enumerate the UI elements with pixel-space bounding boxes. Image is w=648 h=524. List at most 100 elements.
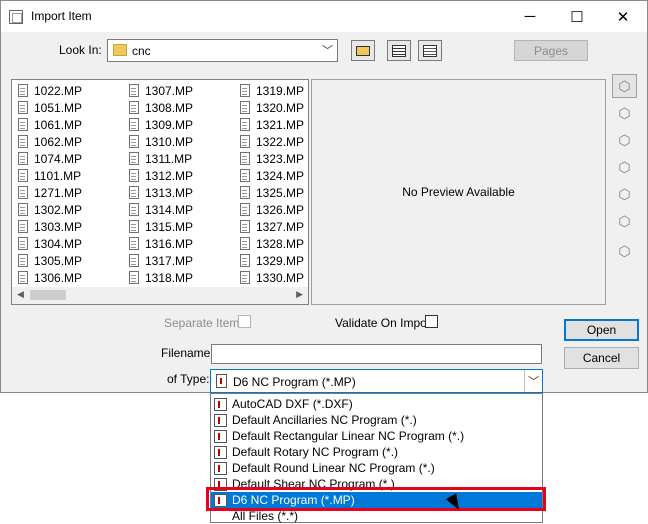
dropdown-option-round-linear[interactable]: Default Round Linear NC Program (*.) <box>211 460 542 476</box>
file-list[interactable]: 1022.MP 1051.MP 1061.MP 1062.MP 1074.MP … <box>11 79 309 305</box>
file-icon <box>18 203 28 216</box>
file-icon <box>129 101 139 114</box>
nc-program-icon <box>214 413 227 427</box>
list-item[interactable]: 1101.MP <box>14 167 82 184</box>
back-view-button[interactable]: ⬡ <box>612 128 637 152</box>
list-item[interactable]: 1321.MP <box>236 116 304 133</box>
scroll-thumb[interactable] <box>30 290 66 300</box>
file-icon <box>240 237 250 250</box>
file-column-1: 1022.MP 1051.MP 1061.MP 1062.MP 1074.MP … <box>14 82 82 286</box>
list-item[interactable]: 1326.MP <box>236 201 304 218</box>
file-icon <box>18 84 28 97</box>
scroll-left-icon[interactable]: ◀ <box>17 289 24 300</box>
list-item[interactable]: 1022.MP <box>14 82 82 99</box>
scroll-right-icon[interactable]: ▶ <box>296 289 303 300</box>
highlight-annotation-box <box>206 487 546 511</box>
list-item[interactable]: 1312.MP <box>125 167 193 184</box>
list-item[interactable]: 1316.MP <box>125 235 193 252</box>
file-icon <box>18 237 28 250</box>
preview-pane: No Preview Available <box>311 79 606 305</box>
file-icon <box>129 186 139 199</box>
file-icon <box>18 152 28 165</box>
top-view-button[interactable]: ⬡ <box>612 155 637 179</box>
list-item[interactable]: 1320.MP <box>236 99 304 116</box>
front-view-button[interactable]: ⬡ <box>612 101 637 125</box>
file-column-3: 1319.MP 1320.MP 1321.MP 1322.MP 1323.MP … <box>236 82 304 286</box>
view-orientation-toolbar: ⬡ ⬡ ⬡ ⬡ ⬡ ⬡ ⬡ <box>612 74 639 264</box>
list-item[interactable]: 1319.MP <box>236 82 304 99</box>
file-type-combo[interactable]: D6 NC Program (*.MP) ﹀ <box>210 369 543 393</box>
chevron-down-icon[interactable]: ﹀ <box>322 42 333 58</box>
list-item[interactable]: 1313.MP <box>125 184 193 201</box>
dropdown-option-rectangular-linear[interactable]: Default Rectangular Linear NC Program (*… <box>211 428 542 444</box>
nc-program-icon <box>214 429 227 443</box>
list-item[interactable]: 1074.MP <box>14 150 82 167</box>
list-item[interactable]: 1314.MP <box>125 201 193 218</box>
list-item[interactable]: 1311.MP <box>125 150 193 167</box>
look-in-combo[interactable]: cnc ﹀ <box>107 39 338 62</box>
list-item[interactable]: 1271.MP <box>14 184 82 201</box>
file-icon <box>240 101 250 114</box>
chevron-down-icon[interactable]: ﹀ <box>524 370 542 392</box>
list-item[interactable]: 1325.MP <box>236 184 304 201</box>
file-icon <box>18 186 28 199</box>
folder-icon <box>113 44 127 56</box>
list-item[interactable]: 1307.MP <box>125 82 193 99</box>
list-item[interactable]: 1061.MP <box>14 116 82 133</box>
list-item[interactable]: 1310.MP <box>125 133 193 150</box>
separate-items-label: Separate Items <box>164 316 246 330</box>
list-item[interactable]: 1327.MP <box>236 218 304 235</box>
list-item[interactable]: 1322.MP <box>236 133 304 150</box>
list-item[interactable]: 1062.MP <box>14 133 82 150</box>
app-icon <box>9 10 23 24</box>
maximize-button[interactable]: ☐ <box>554 1 600 32</box>
list-item[interactable]: 1308.MP <box>125 99 193 116</box>
list-item[interactable]: 1329.MP <box>236 252 304 269</box>
list-item[interactable]: 1303.MP <box>14 218 82 235</box>
dropdown-option-ancillaries[interactable]: Default Ancillaries NC Program (*.) <box>211 412 542 428</box>
pages-button[interactable]: Pages <box>514 40 588 61</box>
list-item[interactable]: 1051.MP <box>14 99 82 116</box>
dropdown-option-dxf[interactable]: AutoCAD DXF (*.DXF) <box>211 396 542 412</box>
validate-on-import-label: Validate On Import <box>335 316 435 330</box>
validate-on-import-checkbox[interactable] <box>425 315 438 328</box>
file-icon <box>18 118 28 131</box>
list-item[interactable]: 1317.MP <box>125 252 193 269</box>
folder-up-button[interactable] <box>351 40 375 61</box>
look-in-value: cnc <box>132 44 151 58</box>
list-item[interactable]: 1315.MP <box>125 218 193 235</box>
list-item[interactable]: 1306.MP <box>14 269 82 286</box>
right-view-button[interactable]: ⬡ <box>612 239 637 263</box>
close-button[interactable]: ✕ <box>600 1 646 32</box>
left-view-button[interactable]: ⬡ <box>612 209 637 233</box>
cancel-button[interactable]: Cancel <box>564 347 639 369</box>
file-icon <box>129 152 139 165</box>
minimize-button[interactable]: ─ <box>507 1 553 32</box>
list-item[interactable]: 1323.MP <box>236 150 304 167</box>
list-item[interactable]: 1302.MP <box>14 201 82 218</box>
filename-field[interactable] <box>211 344 542 364</box>
file-icon <box>240 118 250 131</box>
list-item[interactable]: 1305.MP <box>14 252 82 269</box>
list-item[interactable]: 1309.MP <box>125 116 193 133</box>
list-item[interactable]: 1318.MP <box>125 269 193 286</box>
file-icon <box>18 135 28 148</box>
file-icon <box>240 135 250 148</box>
list-item[interactable]: 1304.MP <box>14 235 82 252</box>
folder-up-icon <box>356 45 370 56</box>
list-item[interactable]: 1330.MP <box>236 269 304 286</box>
list-item[interactable]: 1328.MP <box>236 235 304 252</box>
dropdown-option-rotary[interactable]: Default Rotary NC Program (*.) <box>211 444 542 460</box>
import-item-dialog: Import Item ─ ☐ ✕ Look In: cnc ﹀ Pages 1… <box>0 0 648 393</box>
file-type-value: D6 NC Program (*.MP) <box>233 375 356 389</box>
window-title: Import Item <box>31 9 92 23</box>
list-view-button[interactable] <box>387 40 411 61</box>
iso-view-button[interactable]: ⬡ <box>612 74 637 98</box>
horizontal-scrollbar[interactable]: ◀ ▶ <box>12 287 308 304</box>
open-button[interactable]: Open <box>564 319 639 341</box>
list-item[interactable]: 1324.MP <box>236 167 304 184</box>
file-icon <box>240 254 250 267</box>
bottom-view-button[interactable]: ⬡ <box>612 182 637 206</box>
details-view-button[interactable] <box>418 40 442 61</box>
separate-items-checkbox[interactable] <box>238 315 251 328</box>
